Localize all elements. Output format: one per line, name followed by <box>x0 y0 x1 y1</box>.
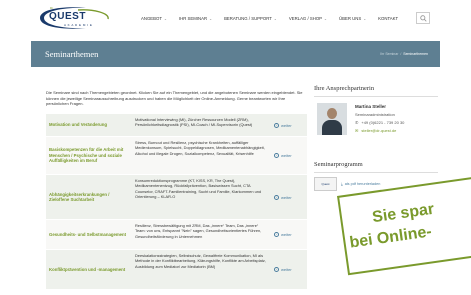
main-nav: ANGEBOT ⌄ IHR SEMINAR ⌄ BERATUNG / SUPPORT… <box>141 16 410 21</box>
arrow-right-circle-icon: › <box>274 194 279 200</box>
topic-name[interactable]: Gesundheits- und Selbstmanagement <box>46 220 131 249</box>
nav-beratung[interactable]: BERATUNG / SUPPORT ⌄ <box>224 16 277 21</box>
chevron-down-icon: ⌄ <box>164 16 167 21</box>
more-label: weiter <box>281 153 292 158</box>
avatar-body <box>322 120 342 135</box>
breadcrumb-link[interactable]: Ihr Seminar <box>380 52 398 56</box>
topic-row[interactable]: Abhängigkeitserkrankungen / Zieloffene S… <box>46 175 307 220</box>
more-label: weiter <box>281 122 292 128</box>
site-header: Dr. QUEST A K A D E M I E ANGEBOT ⌄ IHR S… <box>0 0 471 37</box>
arrow-right-circle-icon: › <box>274 153 279 158</box>
contact-name: Martina Steller <box>355 104 387 109</box>
avatar-head <box>327 108 337 119</box>
nav-label: ANGEBOT <box>141 16 163 21</box>
contact-role: Seminaradministration <box>355 112 395 117</box>
nav-label: ÜBER UNS <box>338 16 362 21</box>
logo-prefix: Dr. <box>50 6 54 10</box>
arrow-right-circle-icon: › <box>274 122 279 128</box>
breadcrumb-current: Seminarthemen <box>403 52 428 56</box>
nav-label: BERATUNG / SUPPORT <box>224 16 272 21</box>
chevron-down-icon: ⌄ <box>209 16 213 21</box>
contact-email[interactable]: ✉ steller@dr-quest.de <box>355 128 396 133</box>
more-label: weiter <box>281 232 292 237</box>
contact-heading: Ihre Ansprechpartnerin <box>314 85 438 97</box>
more-link[interactable]: › weiter <box>271 175 307 219</box>
topic-name[interactable]: Basiskompetenzen für die Arbeit mit Mens… <box>46 137 131 174</box>
email-address: steller@dr-quest.de <box>361 128 397 133</box>
phone-number: +49 (0)6221 - 739 20 30 <box>361 120 405 125</box>
breadcrumb-separator: / <box>399 52 403 56</box>
arrow-right-circle-icon: › <box>274 232 279 237</box>
topic-name[interactable]: Motivation und Veränderung <box>46 114 131 136</box>
program-link-label: als pdf herunterladen <box>344 182 381 186</box>
program-heading: Seminarprogramm <box>314 161 438 173</box>
topic-row[interactable]: Motivation und Veränderung Motivational … <box>46 114 307 137</box>
logo-sub: A K A D E M I E <box>64 23 93 27</box>
program-pdf-link[interactable]: ⤓ als pdf herunterladen <box>341 182 380 186</box>
contact-box: Ihre Ansprechpartnerin Martina Steller S… <box>314 85 438 141</box>
more-link[interactable]: › weiter <box>271 250 307 289</box>
nav-label: KONTAKT <box>378 16 399 21</box>
topic-description: Konsumreduktionsprogramme (KT, KISS, KR,… <box>135 178 262 199</box>
chevron-down-icon: ⌄ <box>324 16 327 21</box>
phone-icon: ✆ <box>355 120 359 125</box>
page-title: Seminarthemen <box>45 49 99 59</box>
more-link[interactable]: › weiter <box>271 137 307 174</box>
topic-description: Deeskalationsstrategien, Selbstschutz, G… <box>135 253 266 269</box>
topic-description: Resilienz, Stressbewältigung mit ZRM, Da… <box>135 223 262 239</box>
topic-row[interactable]: Gesundheits- und Selbstmanagement Resili… <box>46 220 307 250</box>
chevron-down-icon: ⌄ <box>363 16 367 21</box>
topic-row[interactable]: Basiskompetenzen für die Arbeit mit Mens… <box>46 137 307 175</box>
avatar <box>317 103 347 135</box>
logo-name: QUEST <box>49 11 86 22</box>
topic-name[interactable]: Abhängigkeitserkrankungen / Zieloffene S… <box>46 175 131 219</box>
nav-angebot[interactable]: ANGEBOT ⌄ <box>141 16 167 21</box>
nav-kontakt[interactable]: KONTAKT <box>378 16 398 21</box>
program-thumbnail[interactable]: Quest <box>314 177 337 191</box>
contact-card: Martina Steller Seminaradministration ✆ +… <box>314 101 438 141</box>
topic-description: Stress, Burnout und Resilienz, psychisch… <box>135 140 265 156</box>
site-logo[interactable]: Dr. QUEST A K A D E M I E <box>38 5 118 31</box>
mail-icon: ✉ <box>355 128 359 133</box>
page-title-band: Seminarthemen Ihr Seminar / Seminartheme… <box>31 41 440 67</box>
download-icon: ⤓ <box>341 182 343 186</box>
chevron-down-icon: ⌄ <box>273 16 277 21</box>
nav-label: IHR SEMINAR <box>178 16 208 21</box>
topics-table: Motivation und Veränderung Motivational … <box>46 114 307 290</box>
more-link[interactable]: › weiter <box>271 114 307 136</box>
topic-name[interactable]: Konfliktprävention und -management <box>46 250 131 289</box>
contact-phone[interactable]: ✆ +49 (0)6221 - 739 20 30 <box>355 120 404 125</box>
intro-text: Die Seminare sind nach Themengebieten ge… <box>46 90 303 106</box>
nav-verlag[interactable]: VERLAG / SHOP ⌄ <box>289 16 327 21</box>
more-label: weiter <box>281 267 292 272</box>
more-label: weiter <box>281 194 292 200</box>
promo-line-2: bei Online- <box>348 223 433 252</box>
nav-label: VERLAG / SHOP <box>288 16 323 21</box>
breadcrumb: Ihr Seminar / Seminarthemen <box>380 52 428 56</box>
more-link[interactable]: › weiter <box>271 220 307 249</box>
topic-description: Motivational Interviewing (MI), Zürcher … <box>135 117 253 128</box>
search-button[interactable] <box>416 12 430 24</box>
nav-ihr-seminar[interactable]: IHR SEMINAR ⌄ <box>179 16 212 21</box>
search-icon <box>419 14 427 22</box>
topic-row[interactable]: Konfliktprävention und -management Deesk… <box>46 250 307 290</box>
arrow-right-circle-icon: › <box>274 267 279 272</box>
nav-ueber-uns[interactable]: ÜBER UNS ⌄ <box>339 16 366 21</box>
